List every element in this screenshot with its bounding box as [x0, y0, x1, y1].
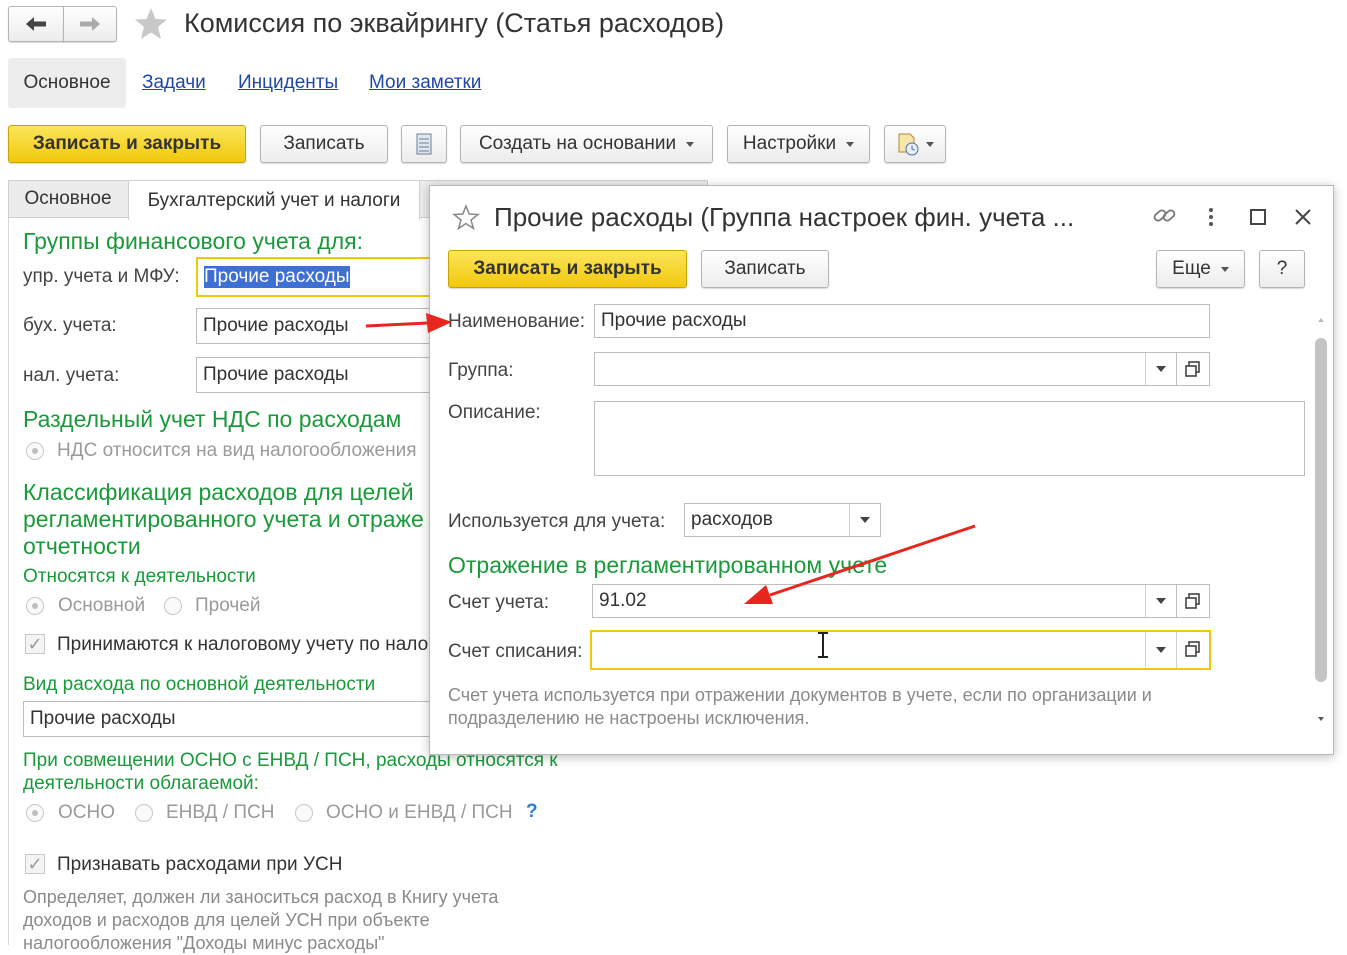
annotation-arrows	[365, 313, 976, 604]
arrow-to-name-field	[365, 313, 452, 333]
arrow-to-account-field	[744, 524, 976, 604]
